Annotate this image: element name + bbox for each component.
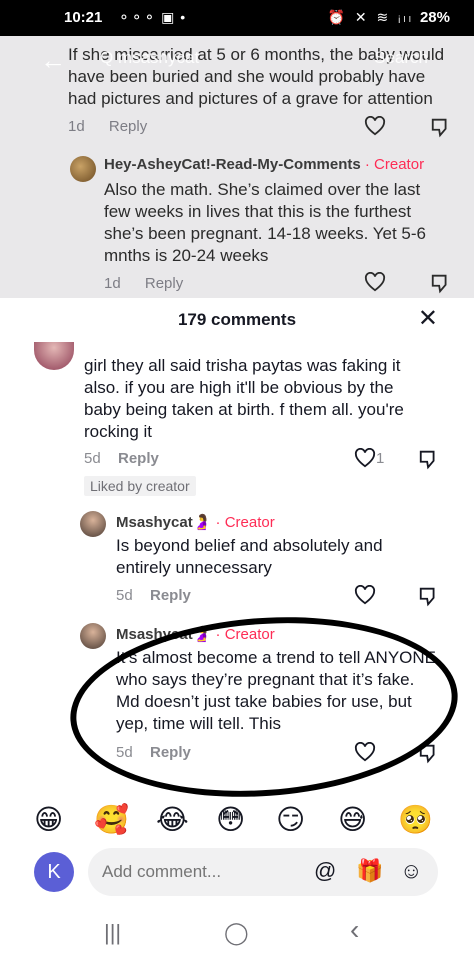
creator-avatar[interactable]	[80, 511, 106, 537]
reply-author[interactable]: Hey-AsheyCat!-Read-My-Comments · Creator	[104, 156, 424, 173]
mention-icon[interactable]: @	[314, 858, 336, 884]
comment-text: Is beyond belief and absolutely and enti…	[116, 536, 383, 577]
emoji-smirk[interactable]: 😏	[276, 802, 305, 838]
back-icon[interactable]: ‹	[350, 914, 359, 946]
creator-badge: · Creator	[211, 514, 275, 531]
back-arrow-icon[interactable]: ←	[40, 46, 68, 74]
creator-avatar[interactable]	[70, 156, 96, 182]
reply-date: 1d	[104, 275, 121, 292]
dislike-icon[interactable]	[430, 116, 452, 138]
reply-button[interactable]: Reply	[150, 587, 191, 604]
comment-date: 5d	[116, 587, 133, 604]
heart-icon[interactable]	[354, 448, 376, 468]
system-icons: ⏰ ✕ ≋ ᵢₗₗ	[327, 9, 414, 25]
status-bar: 10:21 ⚬⚬⚬ ▣ • ⏰ ✕ ≋ ᵢₗₗ 28%	[0, 0, 474, 36]
heart-icon[interactable]	[364, 116, 386, 136]
top-comment-meta: 1d Reply	[68, 118, 147, 135]
comment-input-row: K @ 🎁 ☺	[0, 846, 474, 900]
comment-author[interactable]: Msashycat🤰 · Creator	[116, 513, 275, 531]
comments-count-title: 179 comments	[177, 310, 297, 329]
current-user-avatar[interactable]: K	[34, 852, 74, 892]
comments-header: 179 comments ✕	[0, 298, 474, 342]
comment-author-name[interactable]: Msashycat🤰	[116, 514, 211, 531]
comment-date: 5d	[84, 450, 101, 467]
search-button[interactable]: Search	[374, 48, 428, 68]
close-icon[interactable]: ✕	[418, 304, 438, 333]
notification-icons: ⚬⚬⚬ ▣ •	[118, 9, 187, 25]
comment-text: girl they all said trisha paytas was fak…	[84, 356, 404, 441]
system-nav-bar: ||| ◯ ‹	[0, 910, 474, 961]
emoji-sweat-smile[interactable]: 😅	[338, 802, 367, 838]
comment-input[interactable]	[88, 848, 438, 896]
emoji-pleading[interactable]: 🥺	[398, 802, 433, 838]
emoji-quick-row: 😁 🥰 😂 😳 😏 😅 🥺	[0, 802, 474, 842]
creator-badge: · Creator	[360, 156, 425, 173]
user-avatar[interactable]	[34, 342, 74, 370]
home-icon[interactable]: ◯	[224, 920, 249, 946]
reply-button[interactable]: Reply	[118, 450, 159, 467]
comments-sheet: 179 comments ✕ girl they all said trisha…	[0, 298, 474, 961]
dislike-icon[interactable]	[418, 585, 440, 607]
liked-by-creator-badge: Liked by creator	[84, 476, 196, 496]
emoji-picker-icon[interactable]: ☺	[400, 858, 422, 884]
background-comments-area: If she miscarried at 5 or 6 months, the …	[0, 36, 474, 298]
creator-avatar[interactable]	[80, 623, 106, 649]
battery-indicator: 28%	[419, 9, 450, 26]
status-time: 10:21	[64, 9, 103, 26]
reply-text: Also the math. She’s claimed over the la…	[104, 180, 426, 265]
gift-icon[interactable]: 🎁	[356, 858, 383, 884]
dislike-icon[interactable]	[418, 448, 440, 470]
emoji-smiling-hearts[interactable]: 🥰	[94, 802, 129, 838]
heart-icon[interactable]	[364, 272, 386, 292]
heart-icon[interactable]	[354, 585, 376, 605]
reply-reply-button[interactable]: Reply	[145, 275, 183, 292]
emoji-joy[interactable]: 😂	[156, 802, 189, 838]
reply-author-name[interactable]: Hey-AsheyCat!-Read-My-Comments	[104, 156, 361, 173]
emoji-grin[interactable]: 😁	[34, 802, 63, 838]
dislike-icon[interactable]	[430, 272, 452, 294]
reply-meta: 1d Reply	[104, 275, 183, 292]
top-comment-date: 1d	[68, 118, 85, 135]
like-count: 1	[376, 450, 385, 467]
top-comment-reply-button[interactable]: Reply	[109, 118, 147, 135]
search-overlay-text[interactable]: Q msashycat	[100, 48, 199, 68]
emoji-flushed[interactable]: 😳	[216, 802, 245, 838]
recents-icon[interactable]: |||	[104, 920, 121, 946]
